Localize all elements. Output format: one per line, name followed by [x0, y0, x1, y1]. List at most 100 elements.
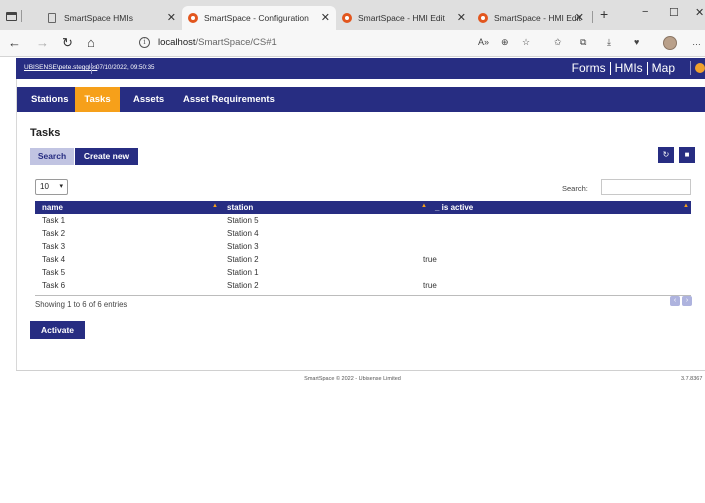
footer-copyright: SmartSpace © 2022 - Ubisense Limited: [304, 376, 401, 382]
search-input[interactable]: [601, 179, 691, 195]
tab-close-icon[interactable]: ✕: [167, 12, 176, 24]
table-info: Showing 1 to 6 of 6 entries: [35, 300, 128, 309]
health-icon[interactable]: ♥: [634, 37, 639, 47]
home-icon[interactable]: ⌂: [87, 35, 95, 51]
avatar[interactable]: [663, 36, 677, 50]
sort-icon[interactable]: ▲: [683, 203, 689, 209]
collections-icon[interactable]: ⧉: [580, 37, 586, 48]
read-aloud-icon[interactable]: A»: [478, 37, 489, 47]
maximize-icon[interactable]: ☐: [669, 6, 679, 19]
table-row[interactable]: Task 1 Station 5: [35, 214, 691, 227]
cell-name: Task 4: [42, 255, 66, 264]
browser-tab-1[interactable]: SmartSpace HMIs ✕: [42, 6, 182, 30]
page-icon: [48, 13, 56, 23]
smartspace-icon: [342, 13, 352, 23]
reload-icon[interactable]: ↻: [62, 35, 73, 51]
close-window-icon[interactable]: ✕: [695, 6, 704, 19]
new-tab-icon[interactable]: +: [600, 6, 608, 22]
table-row[interactable]: Task 4 Station 2 true: [35, 253, 691, 266]
nav-tasks[interactable]: Tasks: [75, 87, 120, 112]
cell-name: Task 1: [42, 216, 66, 225]
browser-tab-title: SmartSpace - HMI Edit: [494, 13, 581, 23]
menu-map[interactable]: Map: [652, 61, 675, 75]
cell-station: Station 2: [227, 255, 259, 264]
column-header-station[interactable]: station: [227, 203, 253, 212]
tab-close-icon[interactable]: ✕: [575, 12, 584, 24]
url-host: localhost: [158, 37, 196, 48]
activate-button[interactable]: Activate: [30, 321, 85, 339]
url-field[interactable]: localhost/SmartSpace/CS#1: [158, 37, 277, 48]
more-icon[interactable]: …: [692, 37, 701, 47]
back-icon[interactable]: ←: [8, 35, 21, 51]
url-path: /SmartSpace/CS#1: [195, 37, 277, 48]
cell-is-active: true: [423, 281, 437, 290]
tab-actions[interactable]: [6, 8, 42, 24]
user-link[interactable]: UBISENSE\pete.steggles: [24, 64, 97, 71]
page-title: Tasks: [30, 127, 61, 139]
nav-asset-requirements[interactable]: Asset Requirements: [183, 87, 275, 112]
site-info-icon[interactable]: i: [139, 37, 150, 48]
table-body: Task 1 Station 5 Task 2 Station 4 Task 3…: [35, 214, 691, 296]
main-nav: Stations Tasks Assets Asset Requirements: [16, 87, 705, 112]
refresh-button[interactable]: ↻: [658, 147, 674, 163]
browser-tab-3[interactable]: SmartSpace - HMI Edit ✕: [336, 6, 472, 30]
cell-station: Station 2: [227, 281, 259, 290]
nav-stations[interactable]: Stations: [31, 87, 68, 112]
browser-tab-2[interactable]: SmartSpace - Configuration ✕: [182, 6, 336, 30]
cell-name: Task 3: [42, 242, 66, 251]
favorite-star-icon[interactable]: ☆: [522, 37, 530, 48]
cell-name: Task 5: [42, 268, 66, 277]
tab-close-icon[interactable]: ✕: [457, 12, 466, 24]
chevron-down-icon: ▾: [59, 183, 63, 190]
downloads-icon[interactable]: ⤓: [607, 37, 611, 48]
favorites-icon[interactable]: ✩: [554, 37, 562, 48]
search-tab-button[interactable]: Search: [30, 148, 74, 165]
cell-station: Station 1: [227, 268, 259, 277]
menu-hmis[interactable]: HMIs: [615, 61, 643, 75]
app-header: UBISENSE\pete.steggles 07/10/2022, 09:50…: [16, 58, 705, 79]
content-border: [16, 79, 17, 371]
page-length-select[interactable]: 10 ▾: [35, 179, 68, 195]
app-version: 3.7.8367: [681, 376, 703, 382]
datetime: 07/10/2022, 09:50:35: [96, 64, 155, 71]
browser-tab-4[interactable]: SmartSpace - HMI Edit ✕: [472, 6, 590, 30]
nav-assets[interactable]: Assets: [133, 87, 164, 112]
sort-icon[interactable]: ▲: [421, 203, 427, 209]
smartspace-icon: [188, 13, 198, 23]
zoom-icon[interactable]: ⊕: [501, 37, 509, 48]
refresh-icon: ↻: [662, 150, 670, 159]
browser-tab-title: SmartSpace HMIs: [64, 13, 133, 23]
menu-forms[interactable]: Forms: [572, 61, 606, 75]
previous-page-icon[interactable]: ‹: [670, 296, 680, 306]
table-row[interactable]: Task 5 Station 1: [35, 266, 691, 279]
column-header-is-active[interactable]: _ is active: [435, 203, 473, 212]
table-row[interactable]: Task 3 Station 3: [35, 240, 691, 253]
browser-tab-title: SmartSpace - Configuration: [204, 13, 309, 23]
column-header-name[interactable]: name: [42, 203, 63, 212]
ubisense-logo-icon[interactable]: [695, 63, 705, 73]
search-label: Search:: [562, 184, 588, 193]
browser-tab-title: SmartSpace - HMI Edit: [358, 13, 445, 23]
browser-address-bar: ← → ↻ ⌂ i localhost/SmartSpace/CS#1 A» ⊕…: [0, 30, 705, 57]
next-page-icon[interactable]: ›: [682, 296, 692, 306]
smartspace-icon: [478, 13, 488, 23]
save-button[interactable]: ■: [679, 147, 695, 163]
header-divider: [91, 63, 92, 74]
sort-asc-icon[interactable]: ▲: [212, 203, 218, 209]
table-header: name ▲ station ▲ _ is active ▲: [35, 201, 691, 214]
cell-station: Station 3: [227, 242, 259, 251]
page-length-value: 10: [40, 182, 49, 191]
create-new-button[interactable]: Create new: [75, 148, 138, 165]
top-menu: Forms HMIs Map: [572, 61, 675, 75]
menu-divider: [609, 61, 611, 75]
table-row[interactable]: Task 2 Station 4: [35, 227, 691, 240]
tab-close-icon[interactable]: ✕: [321, 12, 330, 24]
cell-is-active: true: [423, 255, 437, 264]
minimize-icon[interactable]: −: [642, 6, 648, 18]
browser-tab-bar: SmartSpace HMIs ✕ SmartSpace - Configura…: [0, 0, 705, 30]
table-row[interactable]: Task 6 Station 2 true: [35, 279, 691, 292]
forward-icon: →: [36, 35, 49, 50]
cell-name: Task 2: [42, 229, 66, 238]
cell-station: Station 5: [227, 216, 259, 225]
tab-actions-icon[interactable]: [6, 11, 17, 21]
